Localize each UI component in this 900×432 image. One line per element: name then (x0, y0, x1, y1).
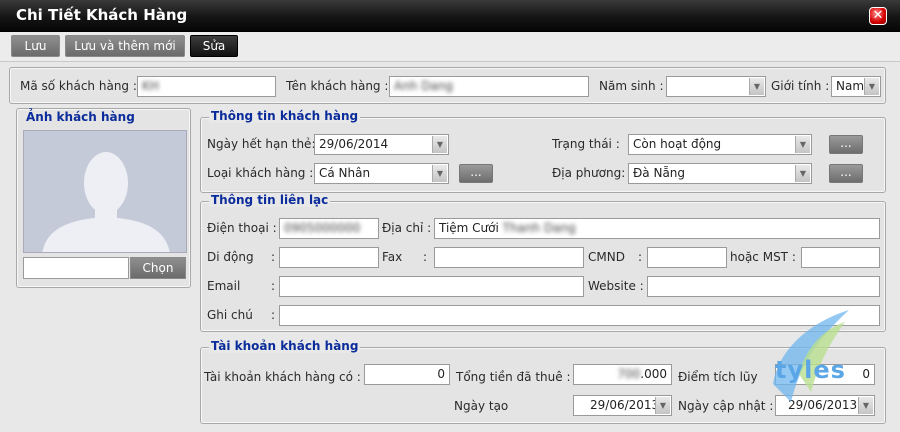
address-prefix: Tiệm Cưới (439, 221, 503, 235)
customer-info-panel: Thông tin khách hàng Ngày hết hạn thẻ: 2… (200, 109, 886, 193)
created-date-value: 29/06/2013 (590, 398, 660, 412)
mobile-label: Di động (207, 250, 254, 264)
customer-type-value: Cá Nhân (319, 166, 371, 180)
window-titlebar: Chi Tiết Khách Hàng ✕ (0, 0, 900, 32)
chevron-down-icon: ▼ (795, 136, 810, 153)
customer-name-input[interactable]: Anh Dang (389, 76, 589, 97)
id-number-colon: : (638, 250, 643, 264)
total-rent-blurred: 700 (617, 367, 641, 381)
choose-photo-button[interactable]: Chọn (130, 257, 186, 279)
contact-title: Thông tin liên lạc (209, 193, 331, 207)
customer-type-label: Loại khách hàng : (207, 166, 314, 180)
card-expiry-picker[interactable]: 29/06/2014 ▼ (314, 134, 449, 155)
total-rent-input[interactable]: 700.000 (573, 364, 672, 385)
mobile-colon: : (271, 250, 276, 264)
tax-code-label: hoặc MST : (730, 250, 796, 264)
locality-label: Địa phương: (552, 166, 626, 180)
fax-input[interactable] (434, 247, 584, 268)
save-and-new-button[interactable]: Lưu và thêm mới (65, 35, 185, 57)
website-input[interactable] (647, 276, 880, 297)
chevron-down-icon: ▼ (795, 165, 810, 182)
note-colon: : (271, 308, 276, 322)
avatar-icon (24, 131, 186, 252)
card-expiry-value: 29/06/2014 (319, 137, 389, 151)
fax-colon: : (423, 250, 428, 264)
created-date-picker[interactable]: 29/06/2013 ▼ (573, 395, 672, 416)
note-label: Ghi chú (207, 308, 253, 322)
phone-input[interactable]: 0905000000 (279, 218, 379, 239)
gender-select[interactable]: Nam ▼ (831, 76, 881, 97)
calendar-dropdown-icon: ▼ (655, 397, 670, 414)
customer-header-panel: Mã số khách hàng : KH Tên khách hàng : A… (9, 67, 886, 104)
locality-select[interactable]: Đà Nẵng ▼ (628, 163, 812, 184)
locality-more-button[interactable]: ... (829, 164, 863, 183)
email-label: Email (207, 279, 241, 293)
phone-label: Điện thoại : (207, 221, 277, 235)
customer-type-more-button[interactable]: ... (459, 164, 493, 183)
birth-year-select[interactable]: ▼ (666, 76, 766, 97)
fax-label: Fax (382, 250, 403, 264)
customer-type-select[interactable]: Cá Nhân ▼ (314, 163, 449, 184)
address-label: Địa chỉ : (382, 221, 432, 235)
created-date-label: Ngày tạo (454, 399, 509, 413)
birth-year-label: Năm sinh : (599, 79, 664, 93)
status-label: Trạng thái : (552, 137, 620, 151)
toolbar: Lưu Lưu và thêm mới Sửa (0, 32, 900, 62)
id-number-label: CMND (588, 250, 625, 264)
customer-name-value: Anh Dang (394, 79, 454, 93)
status-more-button[interactable]: ... (829, 135, 863, 154)
account-title: Tài khoản khách hàng (209, 339, 361, 353)
total-rent-suffix: .000 (640, 367, 667, 381)
customer-code-input[interactable]: KH (137, 76, 276, 97)
logo-text: tyles (775, 356, 846, 384)
email-input[interactable] (279, 276, 584, 297)
window-title: Chi Tiết Khách Hàng (16, 6, 188, 24)
photo-panel-title: Ảnh khách hàng (26, 110, 135, 124)
website-label: Website : (588, 279, 644, 293)
chevron-down-icon: ▼ (749, 78, 764, 95)
balance-label: Tài khoản khách hàng có : (204, 370, 361, 384)
customer-code-value: KH (142, 79, 159, 93)
customer-name-label: Tên khách hàng : (286, 79, 389, 93)
phone-value: 0905000000 (284, 221, 361, 235)
photo-path-input[interactable] (23, 257, 129, 279)
chevron-down-icon: ▼ (432, 165, 447, 182)
mobile-input[interactable] (279, 247, 379, 268)
close-icon[interactable]: ✕ (869, 7, 887, 25)
edit-button[interactable]: Sửa (190, 35, 238, 57)
brand-logo: tyles (745, 304, 885, 414)
tax-code-input[interactable] (801, 247, 880, 268)
balance-input[interactable]: 0 (364, 364, 450, 385)
id-number-input[interactable] (647, 247, 727, 268)
customer-info-title: Thông tin khách hàng (209, 109, 361, 123)
status-value: Còn hoạt động (633, 137, 722, 151)
address-blurred: Thanh Dang (502, 221, 576, 235)
email-colon: : (271, 279, 276, 293)
chevron-down-icon: ▼ (864, 78, 879, 95)
total-rent-label: Tổng tiền đã thuê : (456, 370, 571, 384)
chevron-down-icon: ▼ (432, 136, 447, 153)
gender-label: Giới tính : (771, 79, 830, 93)
save-button[interactable]: Lưu (11, 35, 60, 57)
address-input[interactable]: Tiệm Cưới Thanh Dang (434, 218, 880, 239)
status-select[interactable]: Còn hoạt động ▼ (628, 134, 812, 155)
locality-value: Đà Nẵng (633, 166, 686, 180)
gender-value: Nam (836, 79, 865, 93)
card-expiry-label: Ngày hết hạn thẻ: (207, 137, 316, 151)
customer-code-label: Mã số khách hàng : (20, 79, 137, 93)
customer-photo (23, 130, 187, 253)
